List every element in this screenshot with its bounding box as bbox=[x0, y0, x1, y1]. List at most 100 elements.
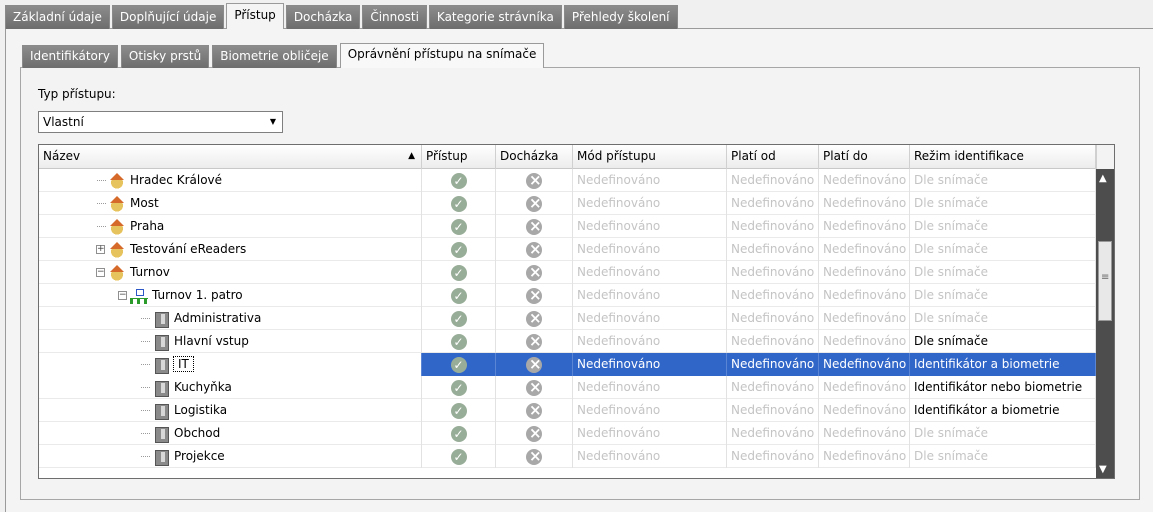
mode-cell[interactable]: Nedefinováno bbox=[573, 238, 727, 261]
valid-from-cell[interactable]: Nedefinováno bbox=[727, 353, 819, 376]
attendance-status-cell[interactable] bbox=[496, 422, 573, 445]
name-cell[interactable]: Administrativa bbox=[39, 307, 422, 330]
tab-3[interactable]: Docházka bbox=[285, 5, 361, 29]
name-cell[interactable]: − Turnov 1. patro bbox=[39, 284, 422, 307]
collapse-icon[interactable]: − bbox=[96, 268, 105, 277]
table-row[interactable]: +Testování eReadersNedefinovánoNedefinov… bbox=[39, 238, 1096, 261]
column-access-header[interactable]: Přístup bbox=[422, 145, 496, 169]
identification-mode-cell[interactable]: Dle snímače bbox=[910, 284, 1096, 307]
mode-cell[interactable]: Nedefinováno bbox=[573, 261, 727, 284]
access-status-cell[interactable] bbox=[422, 445, 496, 468]
name-cell[interactable]: Logistika bbox=[39, 399, 422, 422]
attendance-status-cell[interactable] bbox=[496, 399, 573, 422]
valid-to-cell[interactable]: Nedefinováno bbox=[819, 353, 910, 376]
subtab-3[interactable]: Oprávnění přístupu na snímače bbox=[339, 43, 545, 68]
access-status-cell[interactable] bbox=[422, 215, 496, 238]
access-status-cell[interactable] bbox=[422, 192, 496, 215]
identification-mode-cell[interactable]: Dle snímače bbox=[910, 238, 1096, 261]
identification-mode-cell[interactable]: Dle snímače bbox=[910, 307, 1096, 330]
attendance-status-cell[interactable] bbox=[496, 169, 573, 192]
table-row[interactable]: ObchodNedefinovánoNedefinovánoNedefinová… bbox=[39, 422, 1096, 445]
mode-cell[interactable]: Nedefinováno bbox=[573, 307, 727, 330]
tab-5[interactable]: Kategorie strávníka bbox=[428, 5, 562, 29]
column-identification-mode-header[interactable]: Režim identifikace bbox=[910, 145, 1096, 169]
valid-from-cell[interactable]: Nedefinováno bbox=[727, 399, 819, 422]
access-status-cell[interactable] bbox=[422, 261, 496, 284]
column-name-header[interactable]: Název ▲ bbox=[39, 145, 422, 169]
attendance-status-cell[interactable] bbox=[496, 445, 573, 468]
identification-mode-cell[interactable]: Identifikátor a biometrie bbox=[910, 399, 1096, 422]
tab-6[interactable]: Přehledy školení bbox=[563, 5, 678, 29]
mode-cell[interactable]: Nedefinováno bbox=[573, 445, 727, 468]
collapse-icon[interactable]: − bbox=[118, 291, 127, 300]
table-row[interactable]: ITNedefinovánoNedefinovánoNedefinovánoId… bbox=[39, 353, 1096, 376]
valid-to-cell[interactable]: Nedefinováno bbox=[819, 422, 910, 445]
valid-to-cell[interactable]: Nedefinováno bbox=[819, 307, 910, 330]
valid-from-cell[interactable]: Nedefinováno bbox=[727, 376, 819, 399]
name-cell[interactable]: Projekce bbox=[39, 445, 422, 468]
valid-from-cell[interactable]: Nedefinováno bbox=[727, 307, 819, 330]
identification-mode-cell[interactable]: Dle snímače bbox=[910, 192, 1096, 215]
mode-cell[interactable]: Nedefinováno bbox=[573, 399, 727, 422]
tab-2[interactable]: Přístup bbox=[226, 3, 284, 29]
subtab-2[interactable]: Biometrie obličeje bbox=[212, 45, 337, 68]
access-status-cell[interactable] bbox=[422, 399, 496, 422]
access-type-select[interactable]: Vlastní ▼ bbox=[38, 111, 283, 133]
table-row[interactable]: Hradec KrálovéNedefinovánoNedefinovánoNe… bbox=[39, 169, 1096, 192]
column-valid-to-header[interactable]: Platí do bbox=[819, 145, 910, 169]
column-mode-header[interactable]: Mód přístupu bbox=[573, 145, 727, 169]
table-row[interactable]: LogistikaNedefinovánoNedefinovánoNedefin… bbox=[39, 399, 1096, 422]
vertical-scrollbar[interactable]: ▲ ▼ bbox=[1096, 169, 1114, 478]
mode-cell[interactable]: Nedefinováno bbox=[573, 192, 727, 215]
valid-to-cell[interactable]: Nedefinováno bbox=[819, 284, 910, 307]
table-row[interactable]: KuchyňkaNedefinovánoNedefinovánoNedefino… bbox=[39, 376, 1096, 399]
access-status-cell[interactable] bbox=[422, 330, 496, 353]
column-valid-from-header[interactable]: Platí od bbox=[727, 145, 819, 169]
valid-from-cell[interactable]: Nedefinováno bbox=[727, 215, 819, 238]
name-cell[interactable]: − Turnov bbox=[39, 261, 422, 284]
tab-0[interactable]: Základní údaje bbox=[5, 5, 110, 29]
mode-cell[interactable]: Nedefinováno bbox=[573, 169, 727, 192]
name-cell[interactable]: Hradec Králové bbox=[39, 169, 422, 192]
column-attendance-header[interactable]: Docházka bbox=[496, 145, 573, 169]
valid-to-cell[interactable]: Nedefinováno bbox=[819, 445, 910, 468]
attendance-status-cell[interactable] bbox=[496, 192, 573, 215]
valid-to-cell[interactable]: Nedefinováno bbox=[819, 399, 910, 422]
attendance-status-cell[interactable] bbox=[496, 215, 573, 238]
table-row[interactable]: ProjekceNedefinovánoNedefinovánoNedefino… bbox=[39, 445, 1096, 468]
table-row[interactable]: −TurnovNedefinovánoNedefinovánoNedefinov… bbox=[39, 261, 1096, 284]
name-cell[interactable]: Most bbox=[39, 192, 422, 215]
valid-from-cell[interactable]: Nedefinováno bbox=[727, 330, 819, 353]
subtab-1[interactable]: Otisky prstů bbox=[120, 45, 210, 68]
name-cell[interactable]: Hlavní vstup bbox=[39, 330, 422, 353]
valid-from-cell[interactable]: Nedefinováno bbox=[727, 192, 819, 215]
table-row[interactable]: AdministrativaNedefinovánoNedefinovánoNe… bbox=[39, 307, 1096, 330]
table-row[interactable]: MostNedefinovánoNedefinovánoNedefinováno… bbox=[39, 192, 1096, 215]
expand-icon[interactable]: + bbox=[96, 245, 105, 254]
access-status-cell[interactable] bbox=[422, 307, 496, 330]
attendance-status-cell[interactable] bbox=[496, 353, 573, 376]
attendance-status-cell[interactable] bbox=[496, 261, 573, 284]
valid-from-cell[interactable]: Nedefinováno bbox=[727, 422, 819, 445]
tab-4[interactable]: Činnosti bbox=[362, 5, 427, 29]
valid-to-cell[interactable]: Nedefinováno bbox=[819, 192, 910, 215]
access-status-cell[interactable] bbox=[422, 376, 496, 399]
valid-to-cell[interactable]: Nedefinováno bbox=[819, 330, 910, 353]
name-cell[interactable]: + Testování eReaders bbox=[39, 238, 422, 261]
identification-mode-cell[interactable]: Dle snímače bbox=[910, 422, 1096, 445]
access-status-cell[interactable] bbox=[422, 422, 496, 445]
scroll-thumb[interactable] bbox=[1098, 241, 1112, 321]
mode-cell[interactable]: Nedefinováno bbox=[573, 284, 727, 307]
access-status-cell[interactable] bbox=[422, 353, 496, 376]
table-row[interactable]: −Turnov 1. patro Nedefinováno Nedefinováno… bbox=[39, 284, 1096, 307]
valid-from-cell[interactable]: Nedefinováno bbox=[727, 238, 819, 261]
subtab-0[interactable]: Identifikátory bbox=[22, 45, 118, 68]
table-row[interactable]: Hlavní vstupNedefinovánoNedefinovánoNede… bbox=[39, 330, 1096, 353]
identification-mode-cell[interactable]: Identifikátor a biometrie bbox=[910, 353, 1096, 376]
valid-from-cell[interactable]: Nedefinováno bbox=[727, 169, 819, 192]
valid-to-cell[interactable]: Nedefinováno bbox=[819, 238, 910, 261]
identification-mode-cell[interactable]: Identifikátor nebo biometrie bbox=[910, 376, 1096, 399]
valid-to-cell[interactable]: Nedefinováno bbox=[819, 261, 910, 284]
access-status-cell[interactable] bbox=[422, 169, 496, 192]
attendance-status-cell[interactable] bbox=[496, 330, 573, 353]
